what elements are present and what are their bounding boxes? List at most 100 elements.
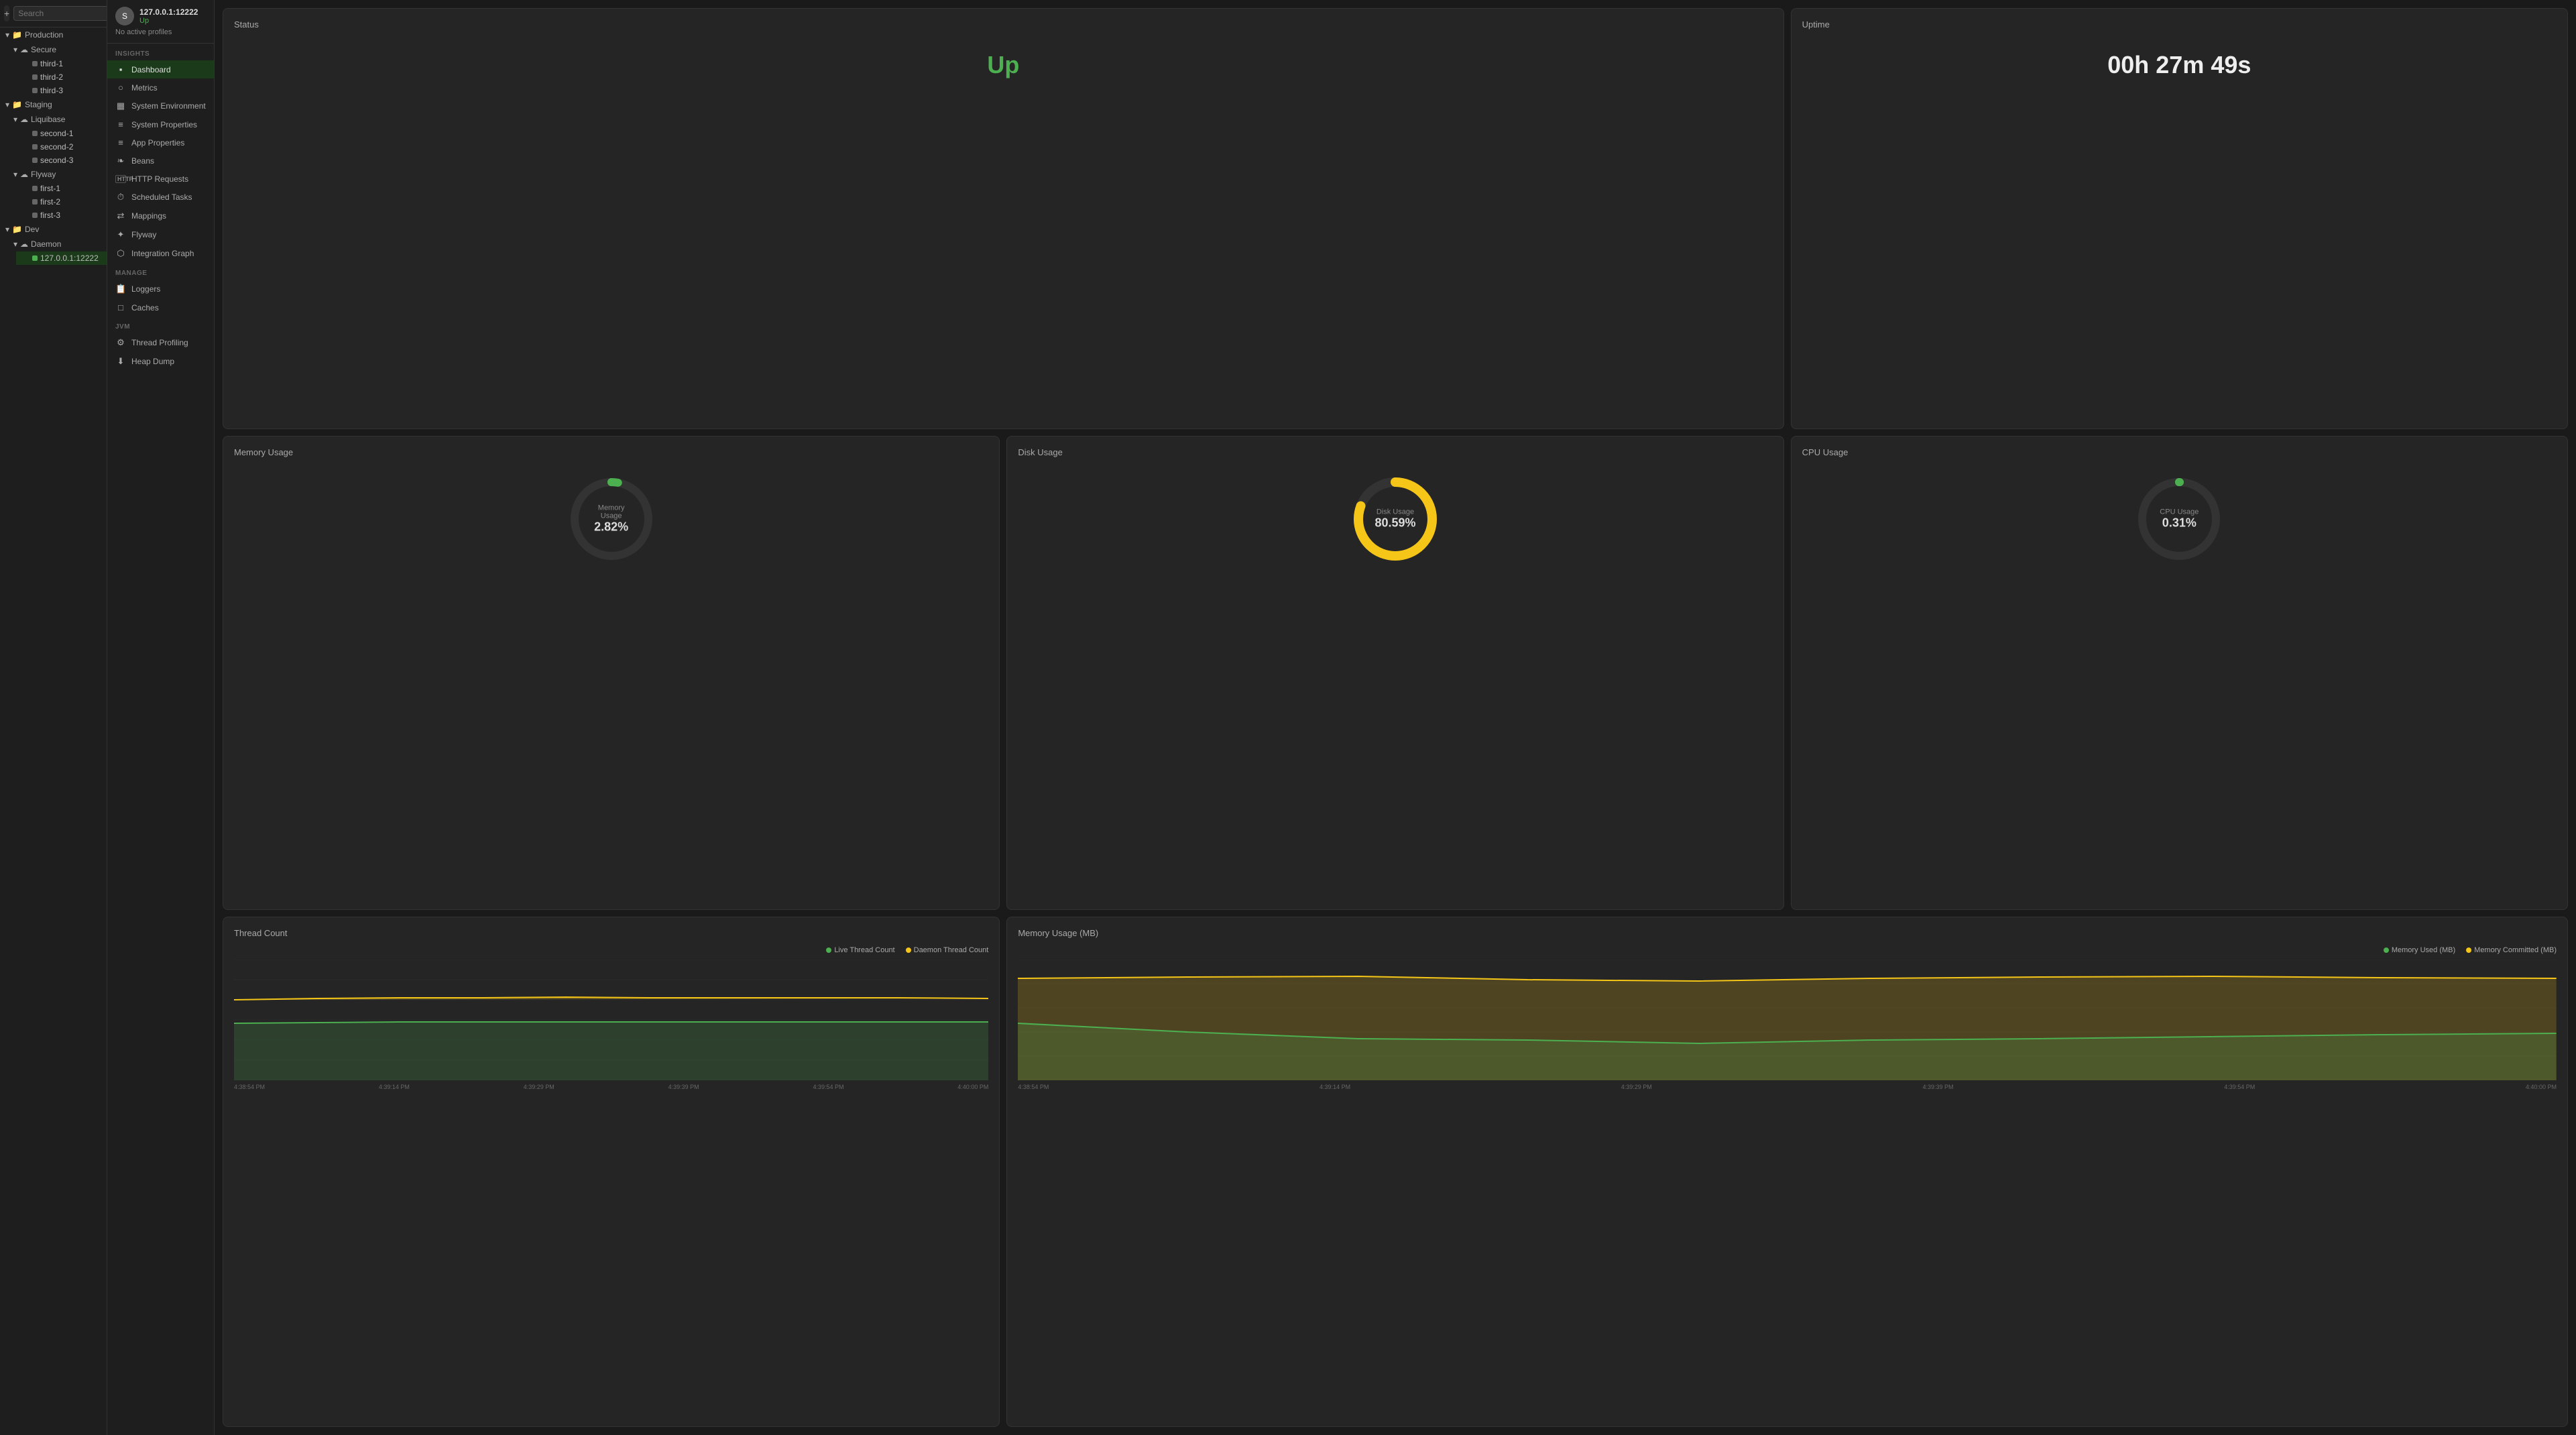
manage-section-label: MANAGE <box>107 263 214 280</box>
nav-heap-label: Heap Dump <box>131 357 174 366</box>
add-button[interactable]: + <box>4 5 9 21</box>
dev-label: Dev <box>25 225 39 234</box>
memory-gauge: Memory Usage 2.82% <box>565 472 658 566</box>
server-first-1[interactable]: first-1 <box>16 182 107 195</box>
memory-mb-chart-wrapper: 4:38:54 PM 4:39:14 PM 4:39:29 PM 4:39:39… <box>1018 960 2557 1090</box>
search-input[interactable] <box>13 6 107 21</box>
server-header: S 127.0.0.1:12222 Up No active profiles <box>107 0 214 44</box>
group-flyway[interactable]: ▾ ☁ Flyway <box>8 167 107 182</box>
nav-dashboard[interactable]: ▪ Dashboard <box>107 60 214 78</box>
server-dot <box>32 186 38 191</box>
folder-icon: 📁 <box>12 225 22 234</box>
thread-legend: Live Thread Count Daemon Thread Count <box>234 946 988 954</box>
server-third-1[interactable]: third-1 <box>16 57 107 70</box>
nav-integration-graph[interactable]: ⬡ Integration Graph <box>107 244 214 263</box>
memory-used-dot <box>2384 948 2389 953</box>
server-second-1[interactable]: second-1 <box>16 127 107 140</box>
live-thread-legend: Live Thread Count <box>826 946 894 954</box>
list2-icon: ≡ <box>115 137 126 148</box>
secure-servers: third-1 third-2 third-3 <box>16 57 107 97</box>
memory-mb-chart-svg <box>1018 960 2557 1080</box>
group-daemon[interactable]: ▾ ☁ Daemon <box>8 237 107 251</box>
server-third-2[interactable]: third-2 <box>16 70 107 84</box>
nav-mappings[interactable]: ⇄ Mappings <box>107 207 214 225</box>
log-icon: 📋 <box>115 284 126 294</box>
server-first-3[interactable]: first-3 <box>16 209 107 222</box>
uptime-value: 00h 27m 49s <box>1802 38 2557 93</box>
disk-gauge: Disk Usage 80.59% <box>1348 472 1442 566</box>
cloud-icon: ☁ <box>20 115 28 124</box>
nav-scheduled-tasks[interactable]: ⏱ Scheduled Tasks <box>107 188 214 207</box>
nav-integration-label: Integration Graph <box>131 249 194 258</box>
nav-loggers[interactable]: 📋 Loggers <box>107 280 214 298</box>
server-second-2[interactable]: second-2 <box>16 140 107 154</box>
live-thread-dot <box>826 948 831 953</box>
nav-caches[interactable]: □ Caches <box>107 298 214 317</box>
thread-chart-wrapper: 4:38:54 PM 4:39:14 PM 4:39:29 PM 4:39:39… <box>234 960 988 1090</box>
memory-usage-card: Memory Usage Memory Usage 2.82% <box>223 436 1000 909</box>
thread-x-axis: 4:38:54 PM 4:39:14 PM 4:39:29 PM 4:39:39… <box>234 1084 988 1090</box>
folder-icon: 📁 <box>12 100 22 109</box>
nav-app-props[interactable]: ≡ App Properties <box>107 133 214 152</box>
server-third-3[interactable]: third-3 <box>16 84 107 97</box>
server-status: Up <box>139 17 198 25</box>
app-sidebar: + ⋯ ▾ 📁 Production ▾ ☁ Secure third-1 th… <box>0 0 107 1435</box>
nav-mappings-label: Mappings <box>131 211 166 221</box>
graph-icon: ⬡ <box>115 248 126 259</box>
memory-committed-label: Memory Committed (MB) <box>2474 946 2557 954</box>
cloud-icon: ☁ <box>20 239 28 249</box>
server-profile: No active profiles <box>115 28 206 36</box>
nav-http-label: HTTP Requests <box>131 174 188 184</box>
server-127[interactable]: 127.0.0.1:12222 <box>16 251 107 265</box>
server-first-2[interactable]: first-2 <box>16 195 107 209</box>
memory-gauge-value: 2.82% <box>588 520 635 534</box>
nav-thread-profiling[interactable]: ⚙ Thread Profiling <box>107 333 214 352</box>
group-liquibase[interactable]: ▾ ☁ Liquibase <box>8 112 107 127</box>
flyway-servers: first-1 first-2 first-3 <box>16 182 107 222</box>
thread-chart-svg <box>234 960 988 1080</box>
nav-http-requests[interactable]: HTTP HTTP Requests <box>107 170 214 188</box>
memory-gauge-label: Memory Usage 2.82% <box>588 504 635 534</box>
cloud-icon: ☁ <box>20 170 28 179</box>
cache-icon: □ <box>115 302 126 312</box>
flyway-icon: ✦ <box>115 229 126 240</box>
thread-count-title: Thread Count <box>234 928 988 938</box>
staging-group: ▾ ☁ Liquibase second-1 second-2 second-3… <box>8 112 107 222</box>
clock-icon: ⏱ <box>115 192 126 203</box>
server-dot <box>32 131 38 136</box>
nav-system-props[interactable]: ≡ System Properties <box>107 115 214 133</box>
nav-beans[interactable]: ❧ Beans <box>107 152 214 170</box>
cpu-gauge-value: 0.31% <box>2160 516 2199 530</box>
daemon-thread-label: Daemon Thread Count <box>914 946 989 954</box>
uptime-title: Uptime <box>1802 19 2557 30</box>
nav-flyway[interactable]: ✦ Flyway <box>107 225 214 244</box>
arrows-icon: ⇄ <box>115 211 126 221</box>
chevron-down-icon: ▾ <box>5 100 9 109</box>
memory-label-text: Memory Usage <box>588 504 635 520</box>
disk-usage-card: Disk Usage Disk Usage 80.59% <box>1006 436 1783 909</box>
server-dot <box>32 88 38 93</box>
nav-system-env[interactable]: ▦ System Environment <box>107 97 214 115</box>
grid-icon: ▦ <box>115 101 126 111</box>
memory-mb-title: Memory Usage (MB) <box>1018 928 2557 938</box>
folder-icon: 📁 <box>12 30 22 40</box>
cpu-usage-card: CPU Usage CPU Usage 0.31% <box>1791 436 2568 909</box>
server-second-3[interactable]: second-3 <box>16 154 107 167</box>
nav-metrics[interactable]: ○ Metrics <box>107 78 214 97</box>
group-dev[interactable]: ▾ 📁 Dev <box>0 222 107 237</box>
disk-gauge-value: 80.59% <box>1374 516 1415 530</box>
nav-heap-dump[interactable]: ⬇ Heap Dump <box>107 352 214 371</box>
nav-caches-label: Caches <box>131 303 159 312</box>
thread-icon: ⚙ <box>115 337 126 348</box>
nav-dashboard-label: Dashboard <box>131 65 171 74</box>
main-content: Status Up Uptime 00h 27m 49s Memory Usag… <box>215 0 2576 1435</box>
group-production[interactable]: ▾ 📁 Production <box>0 27 107 42</box>
group-staging[interactable]: ▾ 📁 Staging <box>0 97 107 112</box>
group-secure[interactable]: ▾ ☁ Secure <box>8 42 107 57</box>
memory-mb-card: Memory Usage (MB) Memory Used (MB) Memor… <box>1006 917 2568 1427</box>
server-header-top: S 127.0.0.1:12222 Up <box>115 7 206 25</box>
nav-scheduled-label: Scheduled Tasks <box>131 192 192 202</box>
daemon-label: Daemon <box>31 239 61 249</box>
group-production-label: Production <box>25 30 63 40</box>
disk-usage-title: Disk Usage <box>1018 447 1772 457</box>
